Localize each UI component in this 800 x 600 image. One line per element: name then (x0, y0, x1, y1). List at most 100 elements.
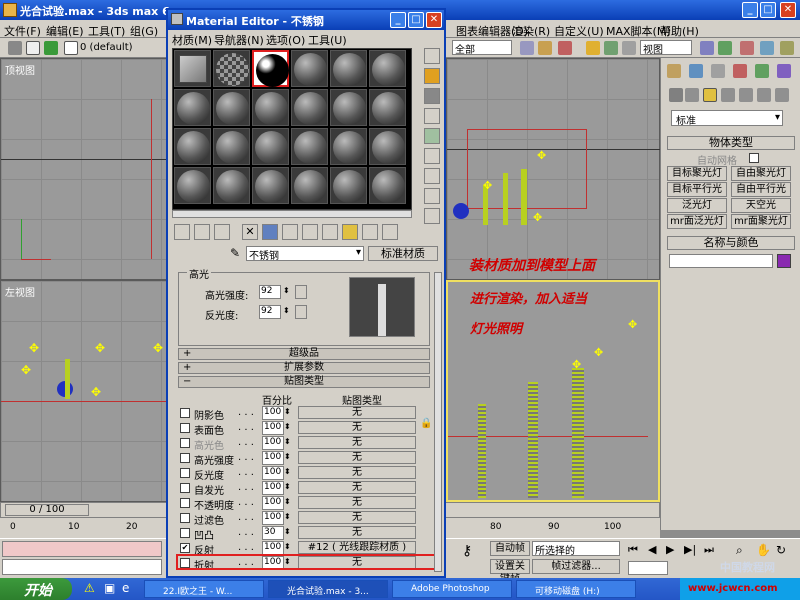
prev-frame-icon[interactable]: ◀ (648, 543, 656, 556)
map-amount-spinner[interactable]: 100 (262, 466, 284, 480)
map-enable-checkbox[interactable] (180, 423, 190, 433)
make-preview-icon[interactable] (424, 148, 440, 164)
light-marker-icon[interactable]: ✥ (483, 179, 492, 192)
orbit-icon[interactable]: ↻ (776, 543, 786, 557)
spacewarps-icon[interactable] (757, 88, 771, 102)
gloss-spinner[interactable]: 92 (259, 305, 281, 319)
go-to-end-icon[interactable]: ⏭ (704, 543, 714, 557)
sample-slot-active[interactable] (252, 50, 289, 87)
sample-slot[interactable] (252, 128, 289, 165)
sample-slot[interactable] (213, 50, 250, 87)
next-frame-icon[interactable]: ▶| (684, 543, 696, 556)
material-navigator-icon[interactable] (424, 208, 440, 224)
display-tab-icon[interactable] (755, 64, 769, 78)
map-enable-checkbox[interactable] (180, 483, 190, 493)
reset-map-icon[interactable]: ✕ (242, 224, 258, 240)
put-to-scene-icon[interactable] (194, 224, 210, 240)
taskbar-item-active[interactable]: 光合试验.max - 3... (268, 580, 388, 598)
sample-slot[interactable] (369, 167, 406, 204)
set-key-button[interactable]: 设置关键帧 (490, 559, 530, 585)
minimize-button[interactable]: _ (742, 2, 758, 18)
skylight-button[interactable]: 天空光 (731, 198, 791, 213)
spinner-arrows-icon[interactable]: ⬍ (284, 452, 291, 461)
supersampling-rollout[interactable]: + 超级品 (178, 348, 430, 360)
sample-slot[interactable] (291, 89, 328, 126)
material-type-button[interactable]: 标准材质 (368, 246, 438, 261)
target-direct-button[interactable]: 目标平行光 (667, 182, 727, 197)
me-menu-material[interactable]: 材质(M) (172, 32, 212, 48)
slots-scrollbar[interactable] (172, 210, 412, 218)
menu-tools[interactable]: 工具(T) (88, 23, 125, 39)
get-material-icon[interactable] (174, 224, 190, 240)
cylinder-object[interactable] (503, 173, 508, 225)
map-enable-checkbox[interactable] (180, 438, 190, 448)
map-slot-button[interactable]: 无 (298, 496, 416, 509)
spinner-arrows-icon[interactable]: ⬍ (284, 482, 291, 491)
spinner-arrows-icon[interactable]: ⬍ (284, 437, 291, 446)
spinner-arrows-icon[interactable]: ⬍ (284, 527, 291, 536)
shapes-icon[interactable] (685, 88, 699, 102)
omni-button[interactable]: 泛光灯 (667, 198, 727, 213)
quicklaunch-icon[interactable]: ⚠ (84, 581, 95, 595)
mr-area-omni-button[interactable]: mr面泛光灯 (667, 214, 727, 229)
light-marker-icon[interactable]: ✥ (594, 346, 603, 359)
utilities-tab-icon[interactable] (777, 64, 791, 78)
light-marker-icon[interactable]: ✥ (628, 318, 637, 331)
front-viewport[interactable]: ✥ ✥ ✥ 装材质加到模型上面 (446, 58, 661, 280)
cylinder-object[interactable] (572, 368, 584, 498)
me-close-button[interactable]: ✕ (426, 12, 442, 28)
spec-level-spinner[interactable]: 92 (259, 285, 281, 299)
map-slot-button[interactable]: 无 (298, 481, 416, 494)
sample-slot[interactable] (252, 167, 289, 204)
target-spot-button[interactable]: 目标聚光灯 (667, 166, 727, 181)
map-amount-spinner[interactable]: 100 (262, 511, 284, 525)
taskbar-item[interactable]: Adobe Photoshop (392, 580, 512, 598)
sample-slot[interactable] (330, 167, 367, 204)
teapot-icon[interactable] (44, 41, 58, 55)
light-marker-icon[interactable]: ✥ (29, 341, 39, 355)
go-to-start-icon[interactable]: ⏮ (628, 543, 638, 557)
sample-slot[interactable] (252, 89, 289, 126)
object-type-rollout[interactable]: 物体类型 (667, 136, 795, 150)
cylinder-object[interactable] (65, 359, 70, 399)
map-enable-checkbox[interactable] (180, 453, 190, 463)
helpers-icon[interactable] (739, 88, 753, 102)
put-to-library-icon[interactable] (282, 224, 298, 240)
object-name-input[interactable] (669, 254, 773, 268)
show-end-result-icon[interactable] (342, 224, 358, 240)
eyedropper-icon[interactable]: ✎ (230, 246, 240, 260)
layer-color-swatch[interactable] (64, 41, 78, 55)
map-amount-spinner[interactable]: 100 (262, 421, 284, 435)
cylinder-object[interactable] (528, 382, 538, 498)
spinner-arrows-icon[interactable]: ⬍ (284, 512, 291, 521)
spec-level-map-button[interactable] (295, 285, 307, 299)
key-filters-button[interactable]: 帧过滤器... (532, 559, 620, 574)
map-slot-button[interactable]: #12 ( 光线跟踪材质 ) (298, 541, 416, 554)
sample-slot[interactable] (330, 128, 367, 165)
sample-slot[interactable] (174, 50, 211, 87)
map-enable-checkbox[interactable] (180, 408, 190, 418)
lights-icon[interactable] (703, 88, 717, 102)
map-enable-checkbox[interactable] (180, 513, 190, 523)
object-color-swatch[interactable] (777, 254, 791, 268)
sample-slot[interactable] (213, 128, 250, 165)
create-tab-icon[interactable] (667, 64, 681, 78)
desktop-icon[interactable]: ▣ (104, 581, 115, 595)
layer-manager-icon[interactable] (8, 41, 22, 55)
ie-icon[interactable]: e (122, 581, 129, 595)
map-amount-spinner[interactable]: 100 (262, 436, 284, 450)
map-enable-checkbox[interactable] (180, 498, 190, 508)
eye-icon[interactable] (26, 41, 40, 55)
start-button[interactable]: 开始 (0, 578, 72, 600)
pan-icon[interactable]: ✋ (756, 543, 771, 557)
select-move-icon[interactable] (558, 41, 572, 55)
maps-rollout[interactable]: − 贴图类型 (178, 376, 430, 388)
sample-slot[interactable] (174, 167, 211, 204)
spinner-arrows-icon[interactable]: ⬍ (284, 422, 291, 431)
move-icon[interactable] (586, 41, 600, 55)
material-name-input[interactable]: 不锈钢 ▾ (246, 246, 364, 262)
map-slot-button[interactable]: 无 (298, 436, 416, 449)
menu-customize[interactable]: 自定义(U) (554, 23, 604, 39)
free-spot-button[interactable]: 自由聚光灯 (731, 166, 791, 181)
hierarchy-tab-icon[interactable] (711, 64, 725, 78)
